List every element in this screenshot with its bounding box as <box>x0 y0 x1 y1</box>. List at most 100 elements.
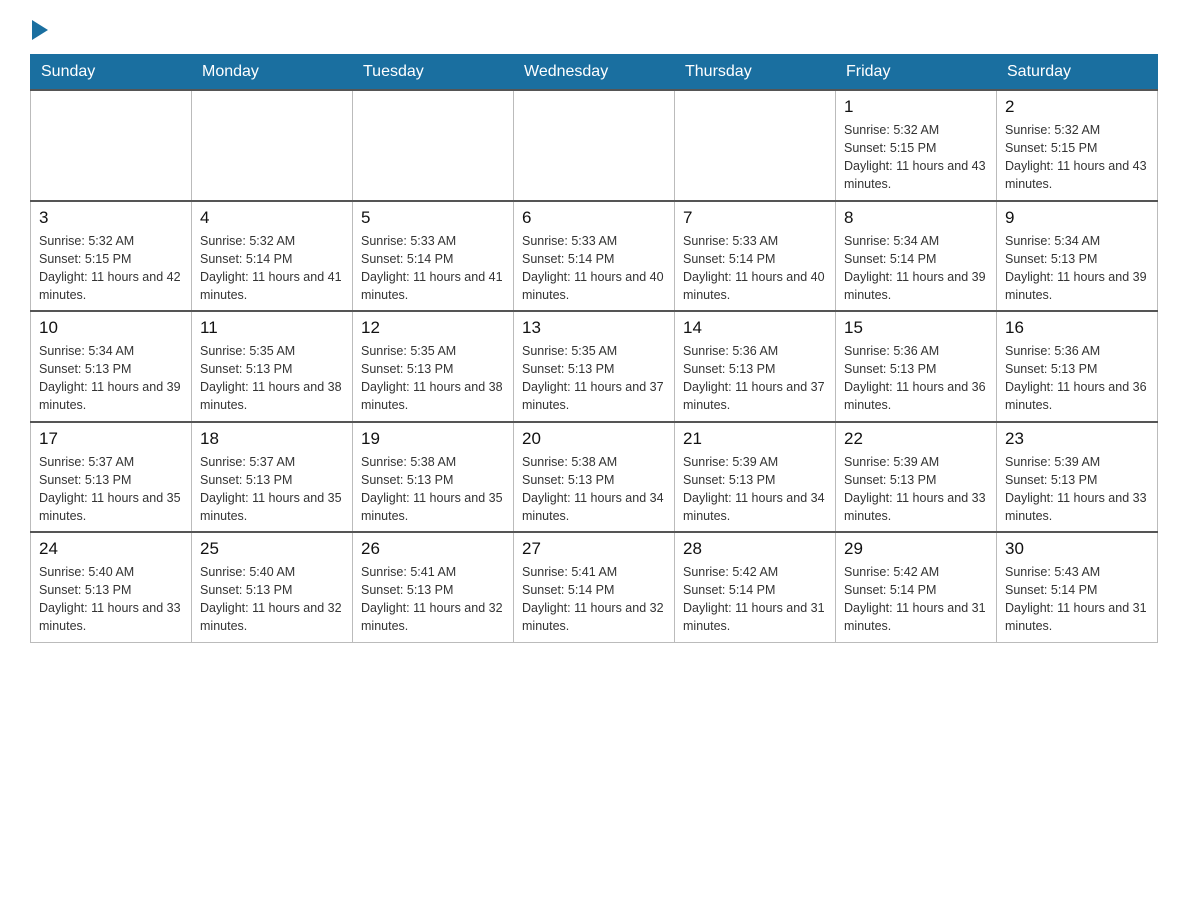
day-info: Sunrise: 5:38 AM Sunset: 5:13 PM Dayligh… <box>522 453 666 526</box>
day-number: 26 <box>361 539 505 559</box>
calendar-cell <box>514 90 675 201</box>
day-info: Sunrise: 5:39 AM Sunset: 5:13 PM Dayligh… <box>1005 453 1149 526</box>
calendar-cell: 20 Sunrise: 5:38 AM Sunset: 5:13 PM Dayli… <box>514 422 675 533</box>
logo-arrow-icon <box>32 20 48 40</box>
day-number: 3 <box>39 208 183 228</box>
day-number: 17 <box>39 429 183 449</box>
day-info: Sunrise: 5:34 AM Sunset: 5:13 PM Dayligh… <box>1005 232 1149 305</box>
calendar-cell: 24 Sunrise: 5:40 AM Sunset: 5:13 PM Dayli… <box>31 532 192 642</box>
day-number: 22 <box>844 429 988 449</box>
day-info: Sunrise: 5:42 AM Sunset: 5:14 PM Dayligh… <box>844 563 988 636</box>
calendar-cell <box>675 90 836 201</box>
week-row-2: 3 Sunrise: 5:32 AM Sunset: 5:15 PM Daylig… <box>31 201 1158 312</box>
calendar-cell: 4 Sunrise: 5:32 AM Sunset: 5:14 PM Daylig… <box>192 201 353 312</box>
day-info: Sunrise: 5:35 AM Sunset: 5:13 PM Dayligh… <box>200 342 344 415</box>
day-info: Sunrise: 5:36 AM Sunset: 5:13 PM Dayligh… <box>683 342 827 415</box>
day-number: 7 <box>683 208 827 228</box>
calendar-cell: 23 Sunrise: 5:39 AM Sunset: 5:13 PM Dayli… <box>997 422 1158 533</box>
day-info: Sunrise: 5:39 AM Sunset: 5:13 PM Dayligh… <box>683 453 827 526</box>
day-number: 30 <box>1005 539 1149 559</box>
calendar-cell: 18 Sunrise: 5:37 AM Sunset: 5:13 PM Dayli… <box>192 422 353 533</box>
weekday-header-row: SundayMondayTuesdayWednesdayThursdayFrid… <box>31 55 1158 91</box>
calendar-cell: 6 Sunrise: 5:33 AM Sunset: 5:14 PM Daylig… <box>514 201 675 312</box>
weekday-header-friday: Friday <box>836 55 997 91</box>
calendar-cell: 7 Sunrise: 5:33 AM Sunset: 5:14 PM Daylig… <box>675 201 836 312</box>
day-info: Sunrise: 5:33 AM Sunset: 5:14 PM Dayligh… <box>361 232 505 305</box>
day-info: Sunrise: 5:33 AM Sunset: 5:14 PM Dayligh… <box>683 232 827 305</box>
day-number: 8 <box>844 208 988 228</box>
calendar-cell: 9 Sunrise: 5:34 AM Sunset: 5:13 PM Daylig… <box>997 201 1158 312</box>
day-number: 2 <box>1005 97 1149 117</box>
day-number: 4 <box>200 208 344 228</box>
day-info: Sunrise: 5:42 AM Sunset: 5:14 PM Dayligh… <box>683 563 827 636</box>
calendar-cell: 26 Sunrise: 5:41 AM Sunset: 5:13 PM Dayli… <box>353 532 514 642</box>
week-row-3: 10 Sunrise: 5:34 AM Sunset: 5:13 PM Dayli… <box>31 311 1158 422</box>
day-info: Sunrise: 5:34 AM Sunset: 5:13 PM Dayligh… <box>39 342 183 415</box>
calendar-cell: 28 Sunrise: 5:42 AM Sunset: 5:14 PM Dayli… <box>675 532 836 642</box>
day-number: 14 <box>683 318 827 338</box>
day-number: 28 <box>683 539 827 559</box>
calendar-cell: 19 Sunrise: 5:38 AM Sunset: 5:13 PM Dayli… <box>353 422 514 533</box>
day-info: Sunrise: 5:41 AM Sunset: 5:14 PM Dayligh… <box>522 563 666 636</box>
calendar-cell: 2 Sunrise: 5:32 AM Sunset: 5:15 PM Daylig… <box>997 90 1158 201</box>
calendar-cell: 14 Sunrise: 5:36 AM Sunset: 5:13 PM Dayli… <box>675 311 836 422</box>
day-number: 5 <box>361 208 505 228</box>
day-number: 29 <box>844 539 988 559</box>
day-info: Sunrise: 5:40 AM Sunset: 5:13 PM Dayligh… <box>39 563 183 636</box>
day-info: Sunrise: 5:33 AM Sunset: 5:14 PM Dayligh… <box>522 232 666 305</box>
page-header <box>30 20 1158 34</box>
calendar-cell: 5 Sunrise: 5:33 AM Sunset: 5:14 PM Daylig… <box>353 201 514 312</box>
day-number: 24 <box>39 539 183 559</box>
weekday-header-monday: Monday <box>192 55 353 91</box>
day-info: Sunrise: 5:36 AM Sunset: 5:13 PM Dayligh… <box>1005 342 1149 415</box>
calendar-cell: 11 Sunrise: 5:35 AM Sunset: 5:13 PM Dayli… <box>192 311 353 422</box>
day-number: 18 <box>200 429 344 449</box>
day-number: 11 <box>200 318 344 338</box>
day-info: Sunrise: 5:40 AM Sunset: 5:13 PM Dayligh… <box>200 563 344 636</box>
day-number: 13 <box>522 318 666 338</box>
day-info: Sunrise: 5:41 AM Sunset: 5:13 PM Dayligh… <box>361 563 505 636</box>
day-number: 20 <box>522 429 666 449</box>
day-number: 10 <box>39 318 183 338</box>
calendar-cell: 13 Sunrise: 5:35 AM Sunset: 5:13 PM Dayli… <box>514 311 675 422</box>
calendar-cell: 15 Sunrise: 5:36 AM Sunset: 5:13 PM Dayli… <box>836 311 997 422</box>
day-info: Sunrise: 5:32 AM Sunset: 5:15 PM Dayligh… <box>39 232 183 305</box>
day-number: 9 <box>1005 208 1149 228</box>
day-info: Sunrise: 5:37 AM Sunset: 5:13 PM Dayligh… <box>200 453 344 526</box>
day-info: Sunrise: 5:32 AM Sunset: 5:15 PM Dayligh… <box>844 121 988 194</box>
week-row-1: 1 Sunrise: 5:32 AM Sunset: 5:15 PM Daylig… <box>31 90 1158 201</box>
day-number: 6 <box>522 208 666 228</box>
day-info: Sunrise: 5:35 AM Sunset: 5:13 PM Dayligh… <box>361 342 505 415</box>
day-info: Sunrise: 5:43 AM Sunset: 5:14 PM Dayligh… <box>1005 563 1149 636</box>
week-row-4: 17 Sunrise: 5:37 AM Sunset: 5:13 PM Dayli… <box>31 422 1158 533</box>
calendar-cell: 30 Sunrise: 5:43 AM Sunset: 5:14 PM Dayli… <box>997 532 1158 642</box>
calendar-cell <box>192 90 353 201</box>
day-info: Sunrise: 5:32 AM Sunset: 5:14 PM Dayligh… <box>200 232 344 305</box>
day-number: 16 <box>1005 318 1149 338</box>
day-info: Sunrise: 5:39 AM Sunset: 5:13 PM Dayligh… <box>844 453 988 526</box>
day-number: 23 <box>1005 429 1149 449</box>
weekday-header-saturday: Saturday <box>997 55 1158 91</box>
day-number: 15 <box>844 318 988 338</box>
weekday-header-wednesday: Wednesday <box>514 55 675 91</box>
calendar-cell: 10 Sunrise: 5:34 AM Sunset: 5:13 PM Dayli… <box>31 311 192 422</box>
calendar-cell: 27 Sunrise: 5:41 AM Sunset: 5:14 PM Dayli… <box>514 532 675 642</box>
calendar-cell <box>31 90 192 201</box>
day-number: 25 <box>200 539 344 559</box>
calendar-cell: 25 Sunrise: 5:40 AM Sunset: 5:13 PM Dayli… <box>192 532 353 642</box>
day-info: Sunrise: 5:35 AM Sunset: 5:13 PM Dayligh… <box>522 342 666 415</box>
logo <box>30 20 50 34</box>
day-info: Sunrise: 5:32 AM Sunset: 5:15 PM Dayligh… <box>1005 121 1149 194</box>
calendar-cell: 1 Sunrise: 5:32 AM Sunset: 5:15 PM Daylig… <box>836 90 997 201</box>
day-info: Sunrise: 5:36 AM Sunset: 5:13 PM Dayligh… <box>844 342 988 415</box>
weekday-header-sunday: Sunday <box>31 55 192 91</box>
day-info: Sunrise: 5:38 AM Sunset: 5:13 PM Dayligh… <box>361 453 505 526</box>
calendar-table: SundayMondayTuesdayWednesdayThursdayFrid… <box>30 54 1158 643</box>
calendar-cell: 29 Sunrise: 5:42 AM Sunset: 5:14 PM Dayli… <box>836 532 997 642</box>
calendar-cell: 16 Sunrise: 5:36 AM Sunset: 5:13 PM Dayli… <box>997 311 1158 422</box>
calendar-cell: 3 Sunrise: 5:32 AM Sunset: 5:15 PM Daylig… <box>31 201 192 312</box>
day-number: 21 <box>683 429 827 449</box>
day-number: 1 <box>844 97 988 117</box>
day-number: 27 <box>522 539 666 559</box>
day-number: 19 <box>361 429 505 449</box>
